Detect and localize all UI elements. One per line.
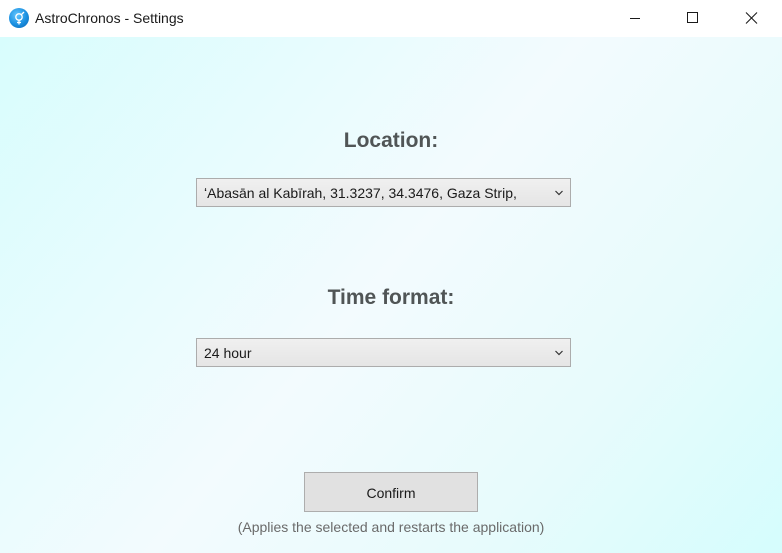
- close-button[interactable]: [722, 0, 780, 37]
- title-bar[interactable]: AstroChronos - Settings: [0, 0, 782, 37]
- time-format-selected-value: 24 hour: [204, 345, 252, 361]
- time-format-heading: Time format:: [327, 286, 455, 309]
- confirm-hint: (Applies the selected and restarts the a…: [237, 519, 545, 535]
- minimize-icon: [630, 18, 640, 19]
- confirm-button[interactable]: Confirm: [304, 472, 478, 512]
- location-heading: Location:: [343, 129, 439, 152]
- chevron-down-icon: [555, 350, 563, 356]
- location-dropdown[interactable]: ʻAbasān al Kabīrah, 31.3237, 34.3476, Ga…: [196, 178, 571, 207]
- settings-window: AstroChronos - Settings Location: ʻAbasā…: [0, 0, 782, 553]
- close-icon: [745, 12, 758, 24]
- time-format-dropdown[interactable]: 24 hour: [196, 338, 571, 367]
- window-title: AstroChronos - Settings: [35, 10, 184, 26]
- maximize-button[interactable]: [664, 0, 722, 37]
- maximize-icon: [687, 12, 698, 23]
- chevron-down-icon: [555, 190, 563, 196]
- location-selected-value: ʻAbasān al Kabīrah, 31.3237, 34.3476, Ga…: [204, 185, 517, 201]
- minimize-button[interactable]: [606, 0, 664, 37]
- app-icon: [9, 8, 29, 28]
- settings-panel: Location: ʻAbasān al Kabīrah, 31.3237, 3…: [0, 37, 782, 553]
- confirm-button-label: Confirm: [366, 485, 416, 501]
